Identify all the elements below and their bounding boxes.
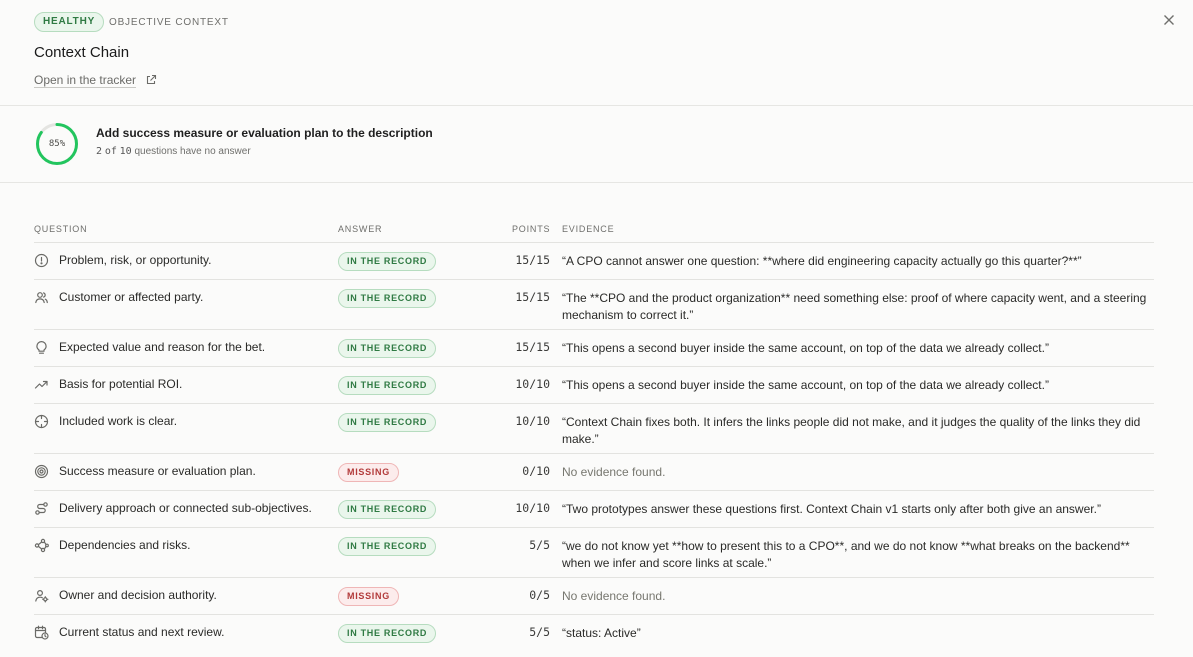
answer-badge: IN THE RECORD — [338, 413, 437, 432]
points-value: 15/15 — [515, 253, 550, 267]
table-row: Customer or affected party. IN THE RECORD… — [34, 280, 1154, 330]
score-label: 85% — [48, 139, 66, 149]
questions-table: QUESTION ANSWER POINTS EVIDENCE Problem,… — [34, 222, 1154, 652]
question-text: Owner and decision authority. — [59, 588, 217, 602]
points-value: 15/15 — [515, 340, 550, 354]
question-text: Success measure or evaluation plan. — [59, 464, 256, 478]
points-value: 0/5 — [529, 588, 550, 602]
table-row: Current status and next review. IN THE RE… — [34, 615, 1154, 652]
question-text: Dependencies and risks. — [59, 538, 191, 552]
question-text: Problem, risk, or opportunity. — [59, 253, 212, 267]
calendar-clock-icon — [34, 625, 49, 640]
points-value: 15/15 — [515, 290, 550, 304]
users-icon — [35, 292, 48, 304]
answer-badge: IN THE RECORD — [338, 537, 437, 556]
evidence-text: “A CPO cannot answer one question: **whe… — [562, 254, 1082, 268]
answer-badge: MISSING — [338, 463, 399, 482]
points-value: 10/10 — [515, 414, 550, 428]
summary-subtitle: 2 of 10 questions have no answer — [96, 146, 251, 157]
user-settings-icon — [35, 589, 49, 603]
trending-up-icon — [34, 380, 48, 389]
unanswered-count: 2 — [96, 146, 103, 157]
answer-badge: IN THE RECORD — [338, 624, 437, 643]
evidence-text: “This opens a second buyer inside the sa… — [562, 341, 1049, 355]
answer-badge: IN THE RECORD — [338, 252, 437, 271]
answer-badge: IN THE RECORD — [338, 289, 437, 308]
question-text: Customer or affected party. — [59, 290, 204, 304]
table-row: Success measure or evaluation plan. MISSI… — [34, 454, 1154, 491]
evidence-text: “The **CPO and the product organization*… — [562, 291, 1147, 322]
question-text: Basis for potential ROI. — [59, 377, 183, 391]
section-kicker: OBJECTIVE CONTEXT — [109, 17, 229, 28]
network-icon — [34, 538, 49, 553]
evidence-text: No evidence found. — [562, 589, 666, 603]
status-badge: HEALTHY — [34, 12, 105, 32]
open-in-tracker-link[interactable]: Open in the tracker — [34, 73, 137, 88]
table-row: Delivery approach or connected sub-objec… — [34, 491, 1154, 528]
evidence-text: “Two prototypes answer these questions f… — [562, 502, 1101, 516]
table-row: Dependencies and risks. IN THE RECORD 5/5 “… — [34, 528, 1154, 578]
page-title: Context Chain — [34, 44, 130, 61]
alert-circle-icon — [34, 253, 49, 268]
table-row: Included work is clear. IN THE RECORD 10/1… — [34, 404, 1154, 454]
external-link-icon[interactable] — [145, 74, 157, 86]
table-row: Problem, risk, or opportunity. IN THE REC… — [34, 243, 1154, 280]
table-header: QUESTION ANSWER POINTS EVIDENCE — [34, 222, 1154, 243]
lightbulb-icon — [36, 341, 47, 354]
question-text: Current status and next review. — [59, 625, 225, 639]
evidence-text: No evidence found. — [562, 465, 666, 479]
crosshair-icon — [34, 414, 49, 429]
summary-title: Add success measure or evaluation plan t… — [96, 126, 433, 140]
of-word: of — [104, 146, 117, 157]
question-text: Expected value and reason for the bet. — [59, 340, 266, 354]
evidence-text: “status: Active” — [562, 626, 641, 640]
column-evidence: EVIDENCE — [562, 224, 615, 234]
points-value: 0/10 — [522, 464, 550, 478]
question-text: Delivery approach or connected sub-objec… — [59, 501, 312, 515]
panel-header: HEALTHY OBJECTIVE CONTEXT Context Chain … — [0, 0, 1193, 106]
total-count: 10 — [119, 146, 132, 157]
column-question: QUESTION — [34, 224, 88, 234]
column-answer: ANSWER — [338, 224, 383, 234]
answer-badge: IN THE RECORD — [338, 376, 437, 395]
route-icon — [35, 502, 48, 515]
points-value: 10/10 — [515, 501, 550, 515]
table-row: Basis for potential ROI. IN THE RECORD 10/… — [34, 367, 1154, 404]
answer-badge: IN THE RECORD — [338, 500, 437, 519]
evidence-text: “This opens a second buyer inside the sa… — [562, 378, 1049, 392]
points-value: 5/5 — [529, 625, 550, 639]
close-icon[interactable] — [1161, 12, 1177, 28]
table-row: Owner and decision authority. MISSING 0/5 N… — [34, 578, 1154, 615]
points-value: 5/5 — [529, 538, 550, 552]
target-icon — [34, 464, 49, 479]
answer-badge: IN THE RECORD — [338, 339, 437, 358]
unanswered-suffix: questions have no answer — [134, 146, 251, 157]
evidence-text: “Context Chain fixes both. It infers the… — [562, 415, 1141, 446]
answer-badge: MISSING — [338, 587, 399, 606]
question-text: Included work is clear. — [59, 414, 178, 428]
evidence-text: “we do not know yet **how to present thi… — [562, 539, 1130, 570]
score-summary: 85% Add success measure or evaluation pl… — [0, 106, 1193, 183]
points-value: 10/10 — [515, 377, 550, 391]
column-points: POINTS — [512, 224, 551, 234]
table-row: Expected value and reason for the bet. IN… — [34, 330, 1154, 367]
